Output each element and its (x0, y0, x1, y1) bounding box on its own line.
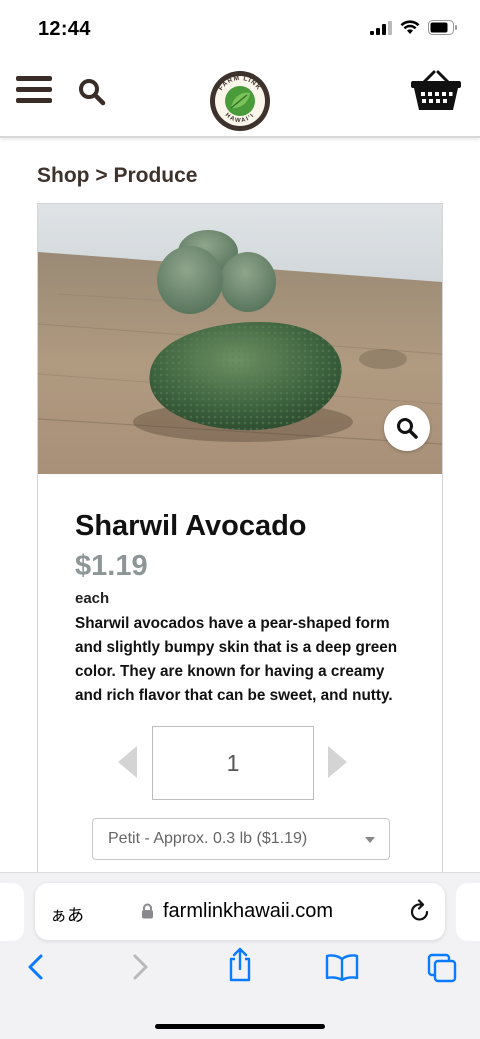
battery-icon (428, 20, 457, 35)
status-time: 12:44 (38, 18, 91, 40)
quantity-decrease-button[interactable] (118, 746, 137, 778)
avocado-photo (38, 204, 442, 474)
address-bar[interactable]: ぁあ farmlinkhawaii.com (35, 883, 445, 940)
magnifier-icon (397, 418, 418, 439)
product-title: Sharwil Avocado (75, 510, 307, 542)
breadcrumb-separator: > (89, 164, 114, 187)
farm-link-hawaii-logo[interactable]: FARM LINK HAWAI'I (209, 70, 271, 132)
wifi-icon (400, 20, 420, 34)
site-header: FARM LINK HAWAI'I (0, 56, 480, 138)
status-bar: 12:44 (0, 0, 480, 56)
product-price: $1.19 (75, 550, 148, 582)
quantity-increase-button[interactable] (328, 746, 347, 778)
breadcrumb: Shop > Produce (37, 164, 197, 188)
size-option-select[interactable]: Petit - Approx. 0.3 lb ($1.19) (92, 818, 390, 860)
text-size-button[interactable]: ぁあ (50, 901, 84, 926)
product-card: Sharwil Avocado $1.19 each Sharwil avoca… (37, 203, 443, 903)
price-unit: each (75, 590, 110, 607)
lock-icon (142, 903, 153, 919)
tabs-icon[interactable] (427, 953, 457, 983)
status-icons (370, 20, 458, 35)
url-text: farmlinkhawaii.com (163, 900, 334, 922)
share-icon[interactable] (226, 947, 254, 983)
home-indicator (155, 1024, 325, 1029)
shopping-basket-icon[interactable] (410, 70, 462, 112)
next-tab-preview[interactable] (456, 883, 480, 941)
size-option-selected: Petit - Approx. 0.3 lb ($1.19) (108, 830, 308, 847)
breadcrumb-produce-link[interactable]: Produce (113, 164, 197, 187)
back-icon[interactable] (26, 953, 46, 981)
product-description: Sharwil avocados have a pear-shaped form… (75, 615, 398, 704)
search-icon[interactable] (78, 78, 106, 106)
browser-toolbar: ぁあ farmlinkhawaii.com (0, 872, 480, 1039)
product-image[interactable] (38, 204, 442, 474)
cellular-signal-icon (370, 20, 392, 35)
browser-nav-row (0, 947, 480, 993)
hamburger-menu-icon[interactable] (16, 76, 52, 108)
bookmarks-icon[interactable] (325, 953, 359, 981)
chevron-down-icon (365, 837, 375, 843)
previous-tab-preview[interactable] (0, 883, 24, 941)
forward-icon[interactable] (130, 953, 150, 981)
quantity-input[interactable] (152, 726, 314, 800)
zoom-image-button[interactable] (384, 405, 430, 451)
breadcrumb-shop-link[interactable]: Shop (37, 164, 90, 187)
reload-icon[interactable] (409, 899, 431, 923)
